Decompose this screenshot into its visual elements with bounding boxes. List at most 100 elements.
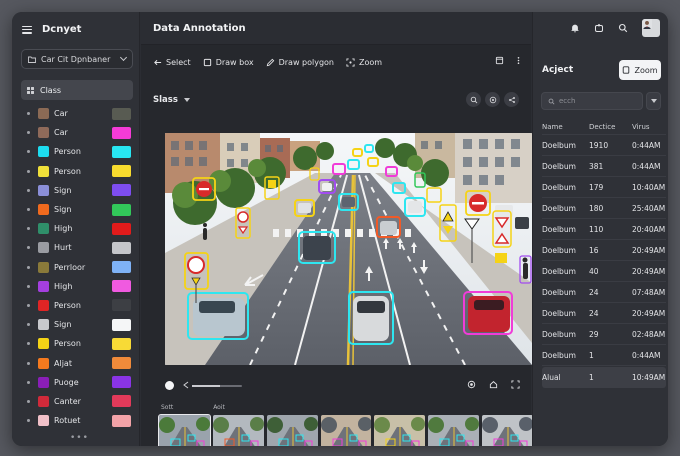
cell-device: 24 [589,308,599,318]
zoom-tool-button[interactable]: Zoom [346,58,382,67]
table-row[interactable]: Doelbum 179 10:40AM [542,177,666,198]
class-highlight-swatch[interactable] [112,299,131,312]
table-row[interactable]: Doelbum 1 0:44AM [542,345,666,366]
class-highlight-swatch[interactable] [112,145,131,158]
draw-polygon-button[interactable]: Draw polygon [266,58,334,67]
cell-name: Doelbum [542,182,576,192]
column-header-name[interactable]: Name [542,123,589,131]
timeline-slider[interactable] [192,385,242,387]
class-color-swatch [38,395,49,407]
cell-name: Doelbum [542,266,576,276]
class-item[interactable]: Sign [21,181,133,200]
search-icon[interactable] [618,23,628,33]
more-icon[interactable]: ••• [70,433,89,443]
table-row[interactable]: Doelbum 180 25:40AM [542,198,666,219]
class-highlight-swatch[interactable] [112,280,131,293]
class-item[interactable]: Person [21,296,133,315]
class-item[interactable]: Person [21,142,133,161]
table-row[interactable]: Doelbum 40 20:49AM [542,261,666,282]
class-item[interactable]: Hurt [21,238,133,257]
target-view-button[interactable] [485,92,500,107]
class-highlight-swatch[interactable] [112,357,131,370]
class-item[interactable]: Car [21,104,133,123]
column-header-time[interactable]: Virus [632,123,666,131]
class-dropdown[interactable]: Slass [153,95,190,105]
project-select[interactable]: Car Cit Dpnbaner [21,49,133,69]
project-select-label: Car Cit Dpnbaner [41,54,111,64]
sidebar-header: Dcnyet [22,24,81,35]
class-item[interactable]: High [21,277,133,296]
class-highlight-swatch[interactable] [112,241,131,254]
select-tool-button[interactable]: Select [153,58,191,67]
frame-thumbnail[interactable] [266,415,318,446]
draw-box-button[interactable]: Draw box [203,58,254,67]
frame-thumbnail[interactable] [320,415,372,446]
table-row[interactable]: Doelbum 16 20:49AM [542,240,666,261]
class-item[interactable]: Person [21,162,133,181]
menu-icon[interactable] [22,25,32,34]
table-row[interactable]: Doelbum 24 20:49AM [542,303,666,324]
class-highlight-swatch[interactable] [112,184,131,197]
class-item[interactable]: Sign [21,315,133,334]
cell-device: 110 [589,224,604,234]
class-highlight-swatch[interactable] [112,318,131,331]
table-row[interactable]: Doelbum 381 0:44AM [542,156,666,177]
frame-thumbnail[interactable] [158,414,211,446]
filter-dropdown[interactable] [646,92,661,110]
class-color-swatch [38,223,49,235]
annotation-canvas[interactable] [165,133,532,365]
class-item[interactable]: Rotuet [21,411,133,430]
share-view-button[interactable] [504,92,519,107]
class-item[interactable]: Canter [21,392,133,411]
table-row[interactable]: Doelbum 29 02:48AM [542,324,666,345]
more-vertical-icon[interactable] [514,56,523,65]
puzzle-icon[interactable] [594,23,604,33]
top-right-actions [570,19,660,37]
class-highlight-swatch[interactable] [112,414,131,427]
class-item[interactable]: Sign [21,200,133,219]
rewind-icon[interactable] [182,381,190,389]
class-item[interactable]: Puoge [21,373,133,392]
table-row[interactable]: Doelbum 110 20:40AM [542,219,666,240]
class-highlight-swatch[interactable] [112,107,131,120]
class-label: Aljat [54,358,72,368]
panel-icon[interactable] [495,56,504,65]
class-highlight-swatch[interactable] [112,165,131,178]
avatar[interactable] [642,19,660,37]
class-highlight-swatch[interactable] [112,395,131,408]
frame-thumbnail[interactable] [428,415,480,446]
playhead-knob[interactable] [165,381,174,390]
class-highlight-swatch[interactable] [112,261,131,274]
fullscreen-icon[interactable] [511,380,520,389]
class-highlight-swatch[interactable] [112,376,131,389]
bell-icon[interactable] [570,23,580,33]
class-highlight-swatch[interactable] [112,222,131,235]
class-item[interactable]: Aljat [21,353,133,372]
class-highlight-swatch[interactable] [112,126,131,139]
timeline-progress [192,385,220,387]
frame-thumbnail[interactable] [212,415,264,446]
class-label: Sign [54,205,72,215]
cell-time: 07:48AM [632,287,666,297]
class-color-swatch [38,127,49,139]
class-highlight-swatch[interactable] [112,337,131,350]
search-view-button[interactable] [466,92,481,107]
table-row[interactable]: Doelbum 1910 0:44AM [542,135,666,156]
record-icon[interactable] [467,380,476,389]
class-item[interactable]: Car [21,123,133,142]
home-icon[interactable] [489,380,498,389]
zoom-button[interactable]: Zoom [619,60,661,80]
cell-time: 10:40AM [632,182,666,192]
column-header-device[interactable]: Dectice [589,123,632,131]
frame-thumbnail[interactable] [482,415,534,446]
class-item[interactable]: High [21,219,133,238]
class-label: Car [54,109,68,119]
search-input[interactable] [559,97,639,105]
class-highlight-swatch[interactable] [112,203,131,216]
class-item[interactable]: Perrloor [21,258,133,277]
table-row[interactable]: Alual 1 10:49AM [542,367,666,388]
frame-thumbnail[interactable] [374,415,426,446]
class-section-header[interactable]: Class [21,80,133,100]
class-item[interactable]: Person [21,334,133,353]
table-row[interactable]: Doelbum 24 07:48AM [542,282,666,303]
